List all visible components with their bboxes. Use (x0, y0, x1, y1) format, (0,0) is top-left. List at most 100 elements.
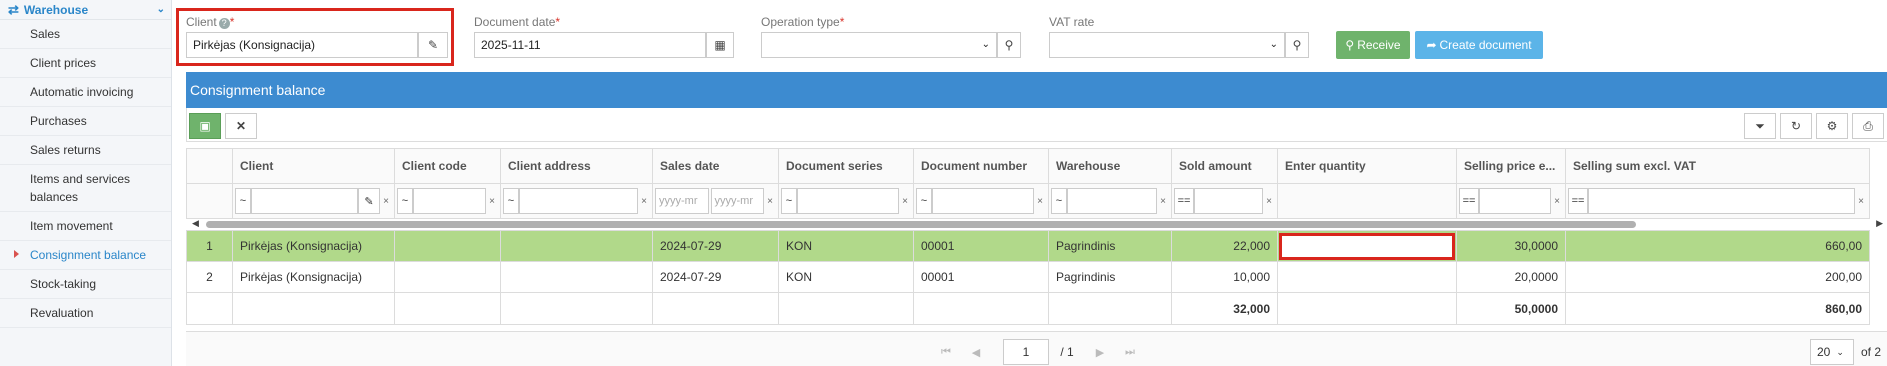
sidebar-item-item-movement[interactable]: Item movement (0, 212, 171, 241)
total-selling-price: 50,0000 (1456, 292, 1566, 325)
sidebar-item-client-prices[interactable]: Client prices (0, 49, 171, 78)
pencil-icon[interactable]: ✎ (358, 188, 380, 214)
sidebar-item-revaluation[interactable]: Revaluation (0, 299, 171, 328)
column-header-document-series[interactable]: Document series (778, 148, 914, 184)
filter-button[interactable]: ⏷ (1744, 113, 1776, 139)
scrollbar-thumb[interactable] (206, 221, 1636, 228)
filter-cell-document-series: ~ × (778, 183, 914, 219)
cell-enter-quantity[interactable] (1277, 261, 1457, 293)
sidebar-item-sales-returns[interactable]: Sales returns (0, 136, 171, 165)
clear-filter-icon[interactable]: × (899, 196, 911, 207)
page-input[interactable]: 1 (1003, 339, 1049, 365)
filter-cell-selling-price: == × (1456, 183, 1566, 219)
column-header-client-address[interactable]: Client address (500, 148, 653, 184)
chevron-down-icon: ⌄ (981, 39, 990, 50)
cell-document-series: KON (778, 230, 914, 262)
column-header-selling-sum[interactable]: Selling sum excl. VAT (1565, 148, 1870, 184)
first-page-icon[interactable]: ⏮ (936, 339, 956, 365)
sidebar-item-sales[interactable]: Sales (0, 20, 171, 49)
refresh-button[interactable]: ↻ (1780, 113, 1812, 139)
column-header-warehouse[interactable]: Warehouse (1048, 148, 1172, 184)
page-size-value: 20 (1817, 345, 1831, 359)
horizontal-scrollbar[interactable]: ◀ ▶ (186, 218, 1887, 230)
pin-vat-button[interactable]: ⚲ (1285, 32, 1309, 58)
row-number: 2 (186, 261, 233, 293)
filter-operator[interactable]: ~ (1051, 188, 1067, 214)
clear-filter-icon[interactable]: × (764, 196, 776, 207)
sidebar-item-automatic-invoicing[interactable]: Automatic invoicing (0, 78, 171, 107)
scroll-left-icon[interactable]: ◀ (192, 218, 199, 229)
search-icon: ⚲ (1345, 38, 1355, 52)
filter-operator[interactable]: ~ (397, 188, 413, 214)
column-header-sold-amount[interactable]: Sold amount (1171, 148, 1278, 184)
filter-operator[interactable]: ~ (503, 188, 519, 214)
sidebar-item-stock-taking[interactable]: Stock-taking (0, 270, 171, 299)
filter-cell-document-number: ~ × (913, 183, 1049, 219)
save-button[interactable]: ▣ (189, 113, 221, 139)
sidebar-item-consignment-balance[interactable]: Consignment balance (0, 241, 171, 270)
create-document-button-label: Create document (1439, 38, 1532, 52)
consignment-grid: Client Client code Client address Sales … (186, 148, 1870, 325)
page-size-select[interactable]: 20 ⌄ (1810, 339, 1854, 365)
filter-input-date-from[interactable]: yyyy-mr (655, 188, 709, 214)
filter-operator[interactable]: ~ (916, 188, 932, 214)
filter-operator[interactable]: ~ (235, 188, 251, 214)
scroll-right-icon[interactable]: ▶ (1876, 218, 1883, 229)
filter-input-client-code[interactable] (413, 188, 486, 214)
cell-client-code (394, 261, 501, 293)
column-header-sales-date[interactable]: Sales date (652, 148, 779, 184)
clear-filter-icon[interactable]: × (1034, 196, 1046, 207)
column-header-selling-price[interactable]: Selling price e... (1456, 148, 1566, 184)
calendar-button[interactable]: ▦ (706, 32, 734, 58)
table-row[interactable]: 2 Pirkėjas (Konsignacija) 2024-07-29 KON… (186, 261, 1870, 293)
cancel-button[interactable]: ✕ (225, 113, 257, 139)
filter-input-document-number[interactable] (932, 188, 1034, 214)
pin-operation-button[interactable]: ⚲ (997, 32, 1021, 58)
column-header-document-number[interactable]: Document number (913, 148, 1049, 184)
operation-type-label-text: Operation type (761, 15, 840, 29)
clear-filter-icon[interactable]: × (1263, 196, 1275, 207)
clear-filter-icon[interactable]: × (486, 196, 498, 207)
vat-rate-select[interactable]: ⌄ (1049, 32, 1285, 58)
sidebar-item-items-services-balances[interactable]: Items and services balances (0, 165, 171, 212)
share-icon: ➦ (1426, 38, 1437, 52)
table-row[interactable]: 1 Pirkėjas (Konsignacija) 2024-07-29 KON… (186, 230, 1870, 262)
clear-filter-icon[interactable]: × (638, 196, 650, 207)
next-page-icon[interactable]: ▶ (1090, 339, 1110, 365)
filter-input-date-to[interactable]: yyyy-mr (710, 188, 764, 214)
column-header-client[interactable]: Client (232, 148, 395, 184)
create-document-button[interactable]: ➦ Create document (1415, 31, 1543, 59)
quantity-input[interactable] (1279, 232, 1455, 260)
filter-operator[interactable]: == (1459, 188, 1479, 214)
last-page-icon[interactable]: ⏭ (1120, 339, 1140, 365)
clear-filter-icon[interactable]: × (380, 196, 392, 207)
filter-input-sold-amount[interactable] (1194, 188, 1263, 214)
filter-input-selling-price[interactable] (1479, 188, 1551, 214)
filter-input-warehouse[interactable] (1067, 188, 1157, 214)
settings-button[interactable]: ⚙ (1816, 113, 1848, 139)
clear-filter-icon[interactable]: × (1551, 196, 1563, 207)
clear-filter-icon[interactable]: × (1855, 196, 1867, 207)
calendar-icon: ▦ (714, 38, 726, 52)
filter-operator[interactable]: == (1568, 188, 1588, 214)
sidebar-item-label: Sales (30, 27, 61, 41)
filter-input-client-address[interactable] (519, 188, 638, 214)
column-header-client-code[interactable]: Client code (394, 148, 501, 184)
operation-type-select[interactable]: ⌄ (761, 32, 997, 58)
sidebar-section-warehouse[interactable]: ⇄ Warehouse ⌄ (0, 0, 171, 20)
clear-filter-icon[interactable]: × (1157, 196, 1169, 207)
document-date-field[interactable]: 2025-11-11 (474, 32, 706, 58)
export-button[interactable]: ⎙ (1852, 113, 1884, 139)
filter-input-selling-sum[interactable] (1588, 188, 1855, 214)
prev-page-icon[interactable]: ◀ (966, 339, 986, 365)
chevron-down-icon[interactable]: ⌄ (157, 4, 165, 15)
filter-operator[interactable]: ~ (781, 188, 797, 214)
pin-icon: ⚲ (1292, 38, 1302, 52)
filter-input-client[interactable] (251, 188, 358, 214)
column-header-enter-quantity[interactable]: Enter quantity (1277, 148, 1457, 184)
receive-button[interactable]: ⚲ Receive (1336, 31, 1410, 59)
sidebar-item-purchases[interactable]: Purchases (0, 107, 171, 136)
filter-input-document-series[interactable] (797, 188, 899, 214)
floppy-icon: ▣ (199, 119, 211, 133)
filter-operator[interactable]: == (1174, 188, 1194, 214)
